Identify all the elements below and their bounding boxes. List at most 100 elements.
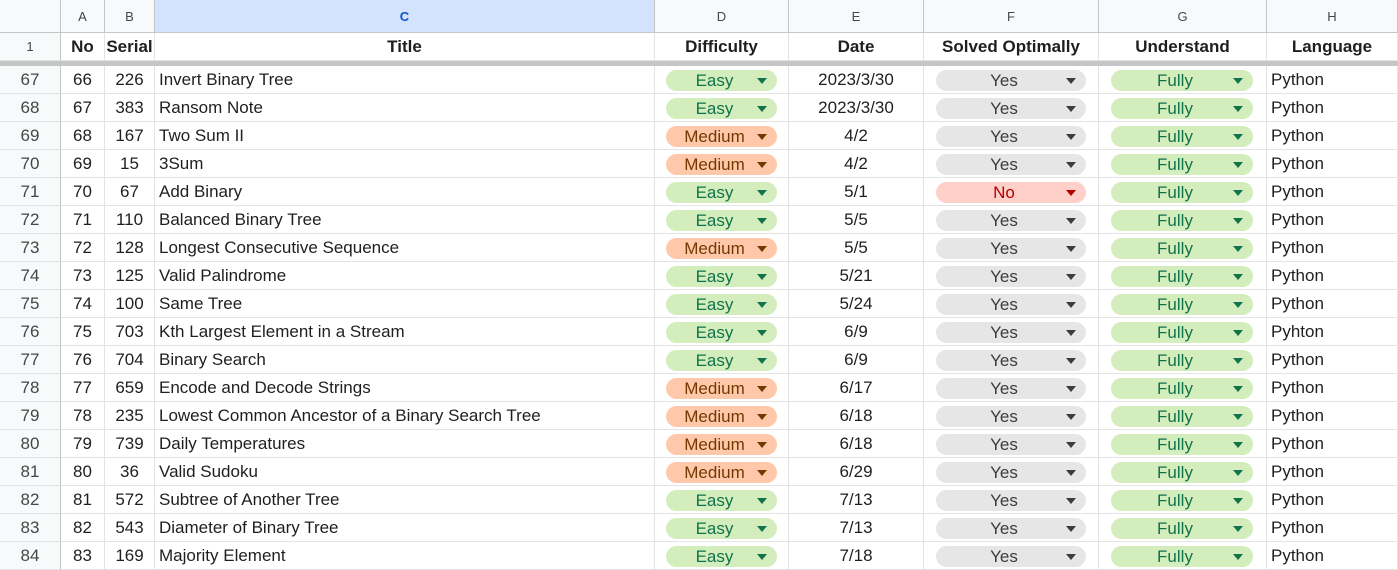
row-number[interactable]: 82 [0, 486, 61, 514]
dropdown-chip[interactable]: Easy [666, 266, 777, 287]
dropdown-arrow-icon[interactable] [1066, 330, 1076, 336]
header-solved-optimally[interactable]: Solved Optimally [924, 33, 1099, 61]
dropdown-chip[interactable]: Yes [936, 238, 1086, 259]
dropdown-chip[interactable]: Fully [1111, 294, 1253, 315]
column-header-c[interactable]: C [155, 0, 655, 33]
dropdown-chip[interactable]: Fully [1111, 238, 1253, 259]
dropdown-chip[interactable]: Yes [936, 406, 1086, 427]
dropdown-arrow-icon[interactable] [1066, 526, 1076, 532]
dropdown-chip[interactable]: Fully [1111, 182, 1253, 203]
cell-serial[interactable]: 226 [105, 66, 155, 94]
dropdown-arrow-icon[interactable] [1233, 498, 1243, 504]
dropdown-arrow-icon[interactable] [757, 554, 767, 560]
cell-difficulty[interactable]: Medium [655, 402, 789, 430]
cell-no[interactable]: 78 [61, 402, 105, 430]
dropdown-chip[interactable]: Easy [666, 210, 777, 231]
row-number[interactable]: 70 [0, 150, 61, 178]
cell-understand[interactable]: Fully [1099, 290, 1267, 318]
dropdown-arrow-icon[interactable] [1233, 106, 1243, 112]
dropdown-chip[interactable]: Yes [936, 462, 1086, 483]
cell-title[interactable]: Lowest Common Ancestor of a Binary Searc… [155, 402, 655, 430]
row-number[interactable]: 75 [0, 290, 61, 318]
row-number[interactable]: 84 [0, 542, 61, 570]
dropdown-chip[interactable]: Fully [1111, 322, 1253, 343]
cell-solved-optimally[interactable]: Yes [924, 318, 1099, 346]
dropdown-chip[interactable]: Yes [936, 322, 1086, 343]
cell-language[interactable]: Python [1267, 66, 1398, 94]
cell-title[interactable]: Majority Element [155, 542, 655, 570]
cell-solved-optimally[interactable]: Yes [924, 542, 1099, 570]
dropdown-chip[interactable]: Medium [666, 406, 777, 427]
cell-language[interactable]: Python [1267, 234, 1398, 262]
cell-understand[interactable]: Fully [1099, 402, 1267, 430]
cell-no[interactable]: 82 [61, 514, 105, 542]
dropdown-arrow-icon[interactable] [1233, 330, 1243, 336]
cell-language[interactable]: Python [1267, 514, 1398, 542]
cell-understand[interactable]: Fully [1099, 66, 1267, 94]
column-header-e[interactable]: E [789, 0, 924, 33]
dropdown-arrow-icon[interactable] [757, 358, 767, 364]
dropdown-chip[interactable]: Yes [936, 210, 1086, 231]
dropdown-arrow-icon[interactable] [1066, 554, 1076, 560]
dropdown-arrow-icon[interactable] [1066, 218, 1076, 224]
row-number[interactable]: 67 [0, 66, 61, 94]
dropdown-arrow-icon[interactable] [1066, 442, 1076, 448]
dropdown-arrow-icon[interactable] [1233, 386, 1243, 392]
dropdown-arrow-icon[interactable] [757, 526, 767, 532]
cell-solved-optimally[interactable]: Yes [924, 374, 1099, 402]
cell-title[interactable]: Daily Temperatures [155, 430, 655, 458]
cell-date[interactable]: 5/5 [789, 234, 924, 262]
cell-date[interactable]: 7/13 [789, 514, 924, 542]
dropdown-chip[interactable]: Medium [666, 154, 777, 175]
cell-language[interactable]: Pyhton [1267, 318, 1398, 346]
cell-solved-optimally[interactable]: Yes [924, 486, 1099, 514]
cell-difficulty[interactable]: Easy [655, 66, 789, 94]
dropdown-chip[interactable]: Medium [666, 462, 777, 483]
dropdown-chip[interactable]: Yes [936, 126, 1086, 147]
cell-difficulty[interactable]: Easy [655, 262, 789, 290]
cell-date[interactable]: 2023/3/30 [789, 94, 924, 122]
row-number[interactable]: 73 [0, 234, 61, 262]
cell-language[interactable]: Python [1267, 290, 1398, 318]
dropdown-arrow-icon[interactable] [1066, 386, 1076, 392]
cell-title[interactable]: Add Binary [155, 178, 655, 206]
cell-solved-optimally[interactable]: Yes [924, 514, 1099, 542]
select-all-corner[interactable] [0, 0, 61, 33]
cell-language[interactable]: Python [1267, 458, 1398, 486]
cell-solved-optimally[interactable]: Yes [924, 262, 1099, 290]
dropdown-chip[interactable]: Fully [1111, 98, 1253, 119]
row-number[interactable]: 69 [0, 122, 61, 150]
cell-difficulty[interactable]: Easy [655, 346, 789, 374]
row-number[interactable]: 74 [0, 262, 61, 290]
cell-understand[interactable]: Fully [1099, 94, 1267, 122]
dropdown-chip[interactable]: Yes [936, 546, 1086, 567]
dropdown-arrow-icon[interactable] [1233, 358, 1243, 364]
dropdown-arrow-icon[interactable] [757, 386, 767, 392]
cell-title[interactable]: Binary Search [155, 346, 655, 374]
dropdown-chip[interactable]: Fully [1111, 350, 1253, 371]
dropdown-chip[interactable]: Yes [936, 378, 1086, 399]
cell-no[interactable]: 76 [61, 346, 105, 374]
dropdown-arrow-icon[interactable] [757, 134, 767, 140]
dropdown-arrow-icon[interactable] [1066, 414, 1076, 420]
cell-serial[interactable]: 235 [105, 402, 155, 430]
dropdown-chip[interactable]: Fully [1111, 210, 1253, 231]
cell-understand[interactable]: Fully [1099, 262, 1267, 290]
cell-date[interactable]: 7/13 [789, 486, 924, 514]
cell-date[interactable]: 4/2 [789, 150, 924, 178]
cell-serial[interactable]: 739 [105, 430, 155, 458]
cell-no[interactable]: 72 [61, 234, 105, 262]
dropdown-arrow-icon[interactable] [757, 302, 767, 308]
dropdown-chip[interactable]: Yes [936, 434, 1086, 455]
cell-difficulty[interactable]: Medium [655, 458, 789, 486]
cell-title[interactable]: 3Sum [155, 150, 655, 178]
header-understand[interactable]: Understand [1099, 33, 1267, 61]
dropdown-arrow-icon[interactable] [1233, 246, 1243, 252]
cell-language[interactable]: Python [1267, 206, 1398, 234]
dropdown-chip[interactable]: Fully [1111, 434, 1253, 455]
cell-serial[interactable]: 167 [105, 122, 155, 150]
cell-language[interactable]: Python [1267, 150, 1398, 178]
dropdown-chip[interactable]: Easy [666, 518, 777, 539]
dropdown-arrow-icon[interactable] [757, 190, 767, 196]
header-language[interactable]: Language [1267, 33, 1398, 61]
